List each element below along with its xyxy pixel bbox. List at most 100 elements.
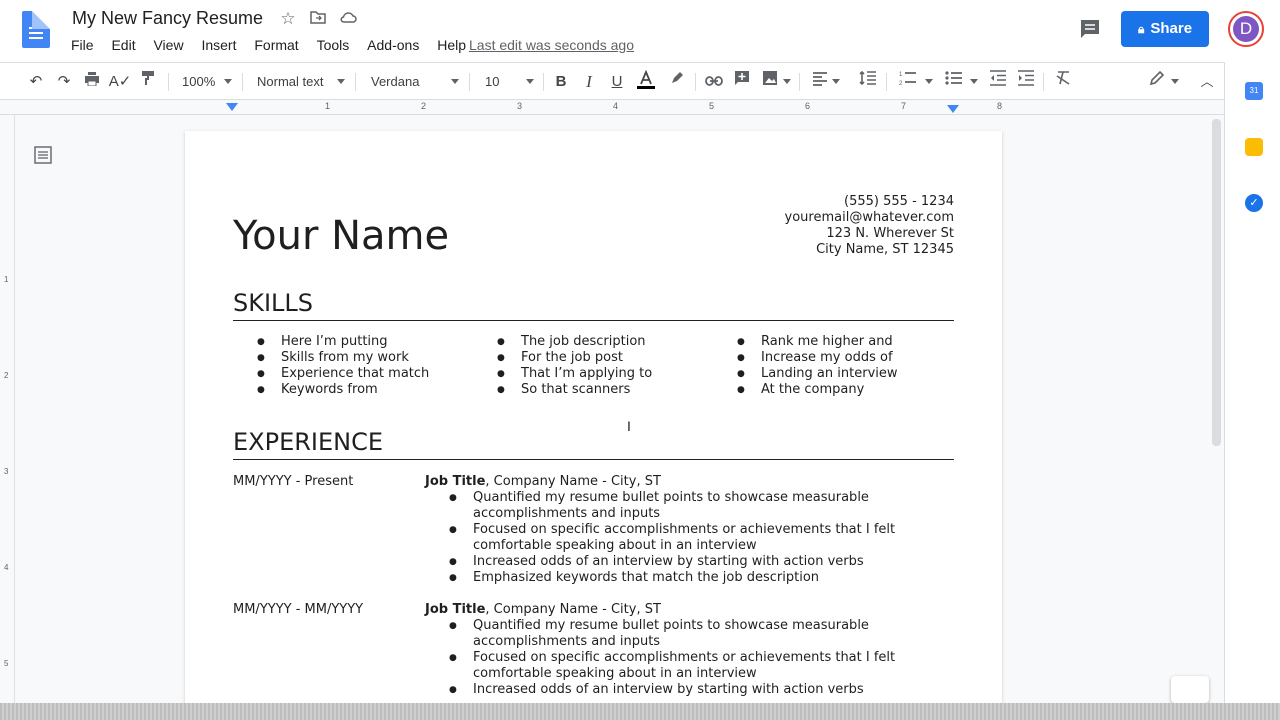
bulleted-list-icon[interactable] <box>942 70 966 94</box>
list-item: Quantified my resume bullet points to sh… <box>449 490 929 522</box>
experience-bullets: Quantified my resume bullet points to sh… <box>449 490 929 586</box>
add-comment-icon[interactable] <box>730 70 754 94</box>
vruler-number: 2 <box>4 371 9 380</box>
skills-column-3: Rank me higher and Increase my odds of L… <box>737 334 898 398</box>
document-page[interactable]: Your Name (555) 555 - 1234 youremail@wha… <box>185 131 1002 720</box>
document-title[interactable]: My New Fancy Resume <box>72 8 263 29</box>
undo-icon[interactable]: ↶ <box>24 70 48 94</box>
toolbar-separator <box>799 73 800 91</box>
share-button[interactable]: 🔒︎ Share <box>1121 11 1209 47</box>
resume-name: Your Name <box>233 213 450 259</box>
numbered-list-icon[interactable]: 12 <box>896 70 920 94</box>
italic-button[interactable]: I <box>577 70 601 94</box>
skills-column-1: Here I’m putting Skills from my work Exp… <box>257 334 429 398</box>
star-icon[interactable]: ☆ <box>278 9 298 29</box>
skills-column-2: The job description For the job post Tha… <box>497 334 652 398</box>
contact-city: City Name, ST 12345 <box>816 242 954 257</box>
bulleted-list-caret-icon[interactable] <box>970 79 978 84</box>
cloud-saved-icon[interactable] <box>338 9 358 29</box>
ruler-number: 8 <box>997 101 1003 111</box>
font-family-select[interactable]: Verdana <box>371 70 419 94</box>
text-cursor-icon: I <box>627 418 631 434</box>
vruler-number: 1 <box>4 275 9 284</box>
experience-bullets: Quantified my resume bullet points to sh… <box>449 618 929 698</box>
keep-icon[interactable] <box>1245 138 1263 156</box>
svg-text:2: 2 <box>899 81 903 86</box>
font-size-caret-icon[interactable] <box>526 79 534 84</box>
numbered-list-caret-icon[interactable] <box>925 79 933 84</box>
spellcheck-icon[interactable]: A✓ <box>108 70 132 94</box>
menu-insert[interactable]: Insert <box>201 37 236 53</box>
left-indent-marker[interactable] <box>226 103 238 111</box>
insert-link-icon[interactable] <box>702 70 726 94</box>
redo-icon[interactable]: ↷ <box>52 70 76 94</box>
zoom-caret-icon[interactable] <box>224 79 232 84</box>
toolbar-separator <box>168 73 169 91</box>
image-caret-icon[interactable] <box>783 79 791 84</box>
font-caret-icon[interactable] <box>451 79 459 84</box>
docs-logo-icon[interactable] <box>22 11 50 48</box>
list-item: Rank me higher and <box>737 334 898 350</box>
increase-indent-icon[interactable] <box>1014 70 1038 94</box>
vertical-scrollbar[interactable] <box>1212 119 1221 446</box>
share-label: Share <box>1150 20 1193 37</box>
google-docs-window: My New Fancy Resume ☆ File Edit View Ins… <box>0 0 1280 720</box>
paint-format-icon[interactable] <box>136 70 160 94</box>
menu-tools[interactable]: Tools <box>317 37 350 53</box>
move-folder-icon[interactable] <box>308 9 328 29</box>
align-left-icon[interactable] <box>808 70 832 94</box>
bold-button[interactable]: B <box>549 70 573 94</box>
list-item: Experience that match <box>257 366 429 382</box>
text-color-icon[interactable] <box>634 69 658 94</box>
editing-mode-caret-icon[interactable] <box>1171 79 1179 84</box>
align-caret-icon[interactable] <box>832 79 840 84</box>
ruler-number: 5 <box>709 101 715 111</box>
toolbar-separator <box>242 73 243 91</box>
list-item: Here I’m putting <box>257 334 429 350</box>
clear-formatting-icon[interactable] <box>1051 70 1075 94</box>
decrease-indent-icon[interactable] <box>986 70 1010 94</box>
hide-menus-chevron-up-icon[interactable]: ︿ <box>1195 70 1219 94</box>
list-item: That I’m applying to <box>497 366 652 382</box>
contact-email: youremail@whatever.com <box>784 210 954 225</box>
toolbar-separator <box>1043 73 1044 91</box>
menu-help[interactable]: Help <box>437 37 466 53</box>
horizontal-ruler[interactable]: 1 2 3 4 5 6 7 8 <box>0 100 1224 115</box>
paragraph-style-select[interactable]: Normal text <box>257 70 323 94</box>
vertical-ruler[interactable]: 1 2 3 4 5 <box>0 115 15 720</box>
menu-add-ons[interactable]: Add-ons <box>367 37 419 53</box>
tasks-icon[interactable]: ✓ <box>1245 194 1263 212</box>
menu-file[interactable]: File <box>71 37 94 53</box>
contact-phone: (555) 555 - 1234 <box>844 194 954 209</box>
account-avatar[interactable]: D <box>1228 11 1264 47</box>
insert-image-icon[interactable] <box>758 70 782 94</box>
highlight-color-icon[interactable] <box>665 70 689 94</box>
list-item: Increased odds of an interview by starti… <box>449 682 929 698</box>
style-caret-icon[interactable] <box>337 79 345 84</box>
document-outline-icon[interactable] <box>34 146 52 164</box>
menu-format[interactable]: Format <box>254 37 298 53</box>
job-title: Job Title <box>425 474 486 489</box>
ruler-number: 2 <box>421 101 427 111</box>
list-item: At the company <box>737 382 898 398</box>
ruler-number: 6 <box>805 101 811 111</box>
comment-history-icon[interactable] <box>1078 17 1102 41</box>
print-icon[interactable] <box>80 70 104 94</box>
right-indent-marker[interactable] <box>947 105 959 113</box>
editing-mode-pencil-icon[interactable] <box>1145 70 1169 94</box>
skills-divider <box>233 320 954 321</box>
explore-button[interactable] <box>1171 676 1209 703</box>
line-spacing-icon[interactable] <box>856 70 880 94</box>
font-size-select[interactable]: 10 <box>485 70 499 94</box>
svg-text:1: 1 <box>899 72 903 78</box>
zoom-select[interactable]: 100% <box>182 70 215 94</box>
menu-edit[interactable]: Edit <box>111 37 135 53</box>
list-item: So that scanners <box>497 382 652 398</box>
calendar-icon[interactable]: 31 <box>1245 82 1263 100</box>
list-item: Focused on specific accomplishments or a… <box>449 522 929 554</box>
side-panel: 31 ✓ <box>1224 62 1280 720</box>
menu-view[interactable]: View <box>153 37 183 53</box>
experience-heading-line: Job Title, Company Name - City, ST <box>425 602 661 618</box>
underline-button[interactable]: U <box>605 70 629 94</box>
last-edit-link[interactable]: Last edit was seconds ago <box>469 37 634 53</box>
